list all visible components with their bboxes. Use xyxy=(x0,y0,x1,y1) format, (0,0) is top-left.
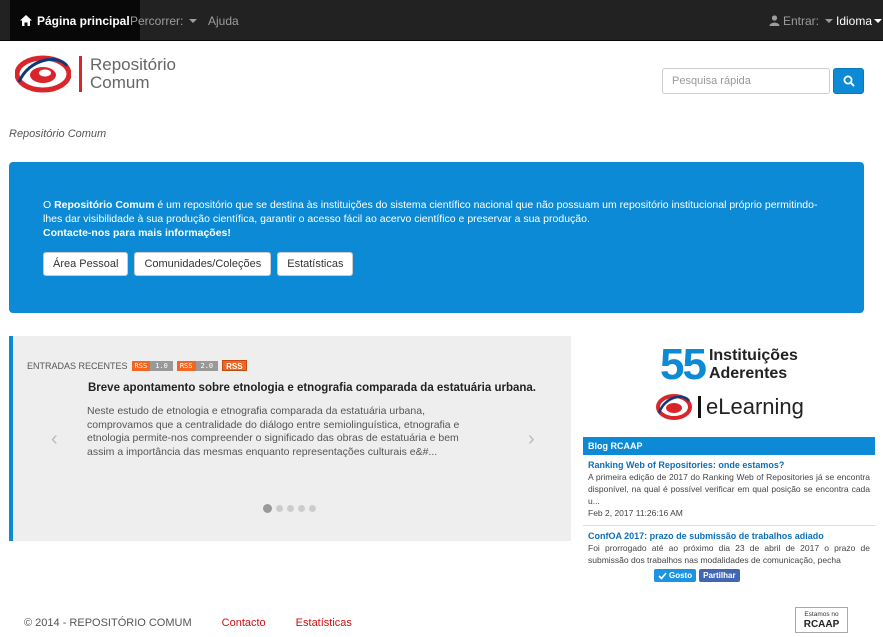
recent-item-title[interactable]: Breve apontamento sobre etnologia e etno… xyxy=(88,382,536,394)
elearning-promo[interactable]: eLearning xyxy=(656,393,804,421)
like-button[interactable]: Gosto xyxy=(654,569,697,582)
blog-item-desc: Foi prorrogado até ao próximo dia 23 de … xyxy=(588,543,870,565)
blog-header: Blog RCAAP xyxy=(583,437,875,455)
check-icon xyxy=(658,571,667,580)
chevron-down-icon xyxy=(825,18,834,23)
search-button[interactable] xyxy=(833,68,864,94)
nav-home-link[interactable]: Página principal xyxy=(10,0,140,41)
rss2-left: RSS xyxy=(176,360,196,371)
nav-help-label: Ajuda xyxy=(208,13,239,28)
intro-text: O Repositório Comum é um repositório que… xyxy=(43,198,833,240)
blog-item-desc: A primeira edição de 2017 do Ranking Web… xyxy=(588,472,870,506)
recent-header: ENTRADAS RECENTES RSS 1.0 RSS 2.0 RSS xyxy=(27,360,247,371)
carousel-prev-arrow[interactable]: ‹ xyxy=(51,428,58,451)
site-logo[interactable]: Repositório Comum xyxy=(15,52,205,96)
logo-text: Repositório Comum xyxy=(79,56,176,92)
intro-banner: O Repositório Comum é um repositório que… xyxy=(9,162,864,313)
blog-item: Ranking Web of Repositories: onde estamo… xyxy=(583,455,875,526)
carousel-next-arrow[interactable]: › xyxy=(528,428,535,451)
carousel-dot[interactable] xyxy=(298,505,305,512)
nav-browse-dropdown[interactable]: Percorrer: xyxy=(130,0,198,41)
elearning-logo-icon xyxy=(656,394,692,420)
intro-prefix: O xyxy=(43,199,55,211)
repository-logo-icon xyxy=(15,55,71,93)
recent-heading: ENTRADAS RECENTES xyxy=(27,360,128,371)
intro-bold: Repositório Comum xyxy=(54,199,155,211)
top-navbar: Página principal Percorrer: Ajuda Entrar… xyxy=(0,0,883,41)
recent-item-abstract: Neste estudo de etnologia e etnografia c… xyxy=(87,405,460,458)
nav-home-label: Página principal xyxy=(37,13,130,28)
institutions-count: 55 xyxy=(660,340,707,389)
member-institutions-promo[interactable]: 55 Instituições Aderentes xyxy=(660,342,810,388)
institutions-label: Instituições Aderentes xyxy=(709,347,798,383)
blog-feed: Ranking Web of Repositories: onde estamo… xyxy=(583,455,875,573)
blog-item-title[interactable]: Ranking Web of Repositories: onde estamo… xyxy=(588,459,870,471)
quick-search-input[interactable] xyxy=(662,68,830,94)
communities-button[interactable]: Comunidades/Coleções xyxy=(134,252,272,276)
blog-item-title[interactable]: ConfOA 2017: prazo de submissão de traba… xyxy=(588,530,870,542)
rss1-right: 1.0 xyxy=(150,360,173,371)
rcaap-badge[interactable]: Estamos no RCAAP xyxy=(795,607,848,633)
chevron-down-icon xyxy=(874,18,883,23)
like-label: Gosto xyxy=(669,571,693,580)
nav-language-label: Idioma xyxy=(836,13,873,28)
rss2-right: 2.0 xyxy=(195,360,219,371)
copyright-text: © 2014 - REPOSITÓRIO COMUM xyxy=(24,617,192,629)
elearning-label: eLearning xyxy=(698,396,804,418)
rss1-left: RSS xyxy=(131,360,151,371)
carousel-dot[interactable] xyxy=(263,504,272,513)
user-icon xyxy=(769,15,780,26)
nav-language-dropdown[interactable]: Idioma xyxy=(836,0,883,41)
social-buttons: Gosto Partilhar xyxy=(654,569,740,582)
nav-login-label: Entrar: xyxy=(783,13,820,28)
badge-big-text: RCAAP xyxy=(803,619,840,630)
rss-atom-feed-link[interactable]: RSS xyxy=(222,360,247,371)
footer: © 2014 - REPOSITÓRIO COMUM Contacto Esta… xyxy=(24,617,352,629)
carousel-dot[interactable] xyxy=(276,505,283,512)
intro-buttons: Área Pessoal Comunidades/Coleções Estatí… xyxy=(43,252,354,276)
personal-area-button[interactable]: Área Pessoal xyxy=(43,252,129,276)
nav-help-link[interactable]: Ajuda xyxy=(208,0,239,41)
footer-stats-link[interactable]: Estatísticas xyxy=(296,617,352,629)
recent-items-carousel: ENTRADAS RECENTES RSS 1.0 RSS 2.0 RSS Brev… xyxy=(9,336,571,541)
rss2-feed-link[interactable]: RSS 2.0 xyxy=(176,360,219,371)
search-icon xyxy=(843,75,855,87)
breadcrumb: Repositório Comum xyxy=(9,128,107,140)
badge-small-text: Estamos no xyxy=(804,611,839,618)
home-icon xyxy=(20,15,32,26)
contact-link[interactable]: Contacte-nos para mais informações! xyxy=(43,227,231,239)
nav-login-dropdown[interactable]: Entrar: xyxy=(769,0,834,41)
institutions-line1: Instituições xyxy=(708,347,798,364)
logo-line2: Comum xyxy=(90,73,150,92)
share-button[interactable]: Partilhar xyxy=(699,569,740,582)
blog-item: ConfOA 2017: prazo de submissão de traba… xyxy=(583,526,875,572)
statistics-button[interactable]: Estatísticas xyxy=(277,252,354,276)
share-label: Partilhar xyxy=(703,571,736,580)
footer-contact-link[interactable]: Contacto xyxy=(222,617,266,629)
rss1-feed-link[interactable]: RSS 1.0 xyxy=(131,360,173,371)
institutions-line2: Aderentes xyxy=(708,365,788,382)
intro-rest: é um repositório que se destina às insti… xyxy=(43,199,818,225)
nav-browse-label: Percorrer: xyxy=(130,13,184,28)
carousel-dot[interactable] xyxy=(309,505,316,512)
carousel-dot[interactable] xyxy=(287,505,294,512)
carousel-indicators xyxy=(263,504,316,513)
blog-item-date: Feb 2, 2017 11:26:16 AM xyxy=(588,508,683,518)
logo-line1: Repositório xyxy=(90,55,176,74)
chevron-down-icon xyxy=(189,18,198,23)
